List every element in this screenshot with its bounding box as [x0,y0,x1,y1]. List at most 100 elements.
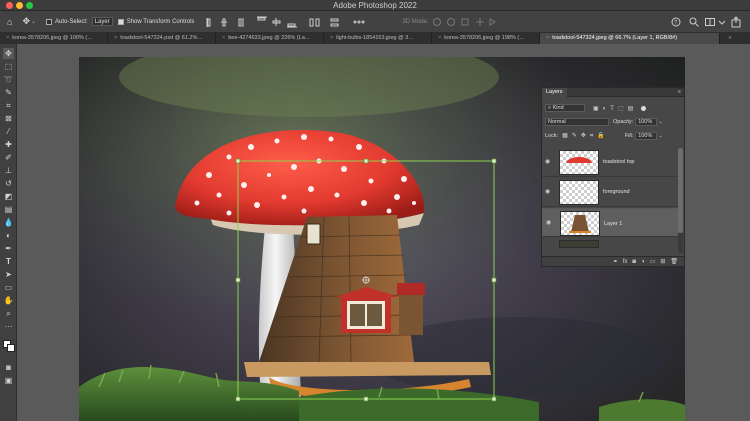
help-icon[interactable]: ? [670,16,684,28]
layer-name: toadstool top [603,159,635,165]
tab-document-active[interactable]: × toadstool-547324.jpeg @ 66.7% (Layer 1,… [540,33,720,44]
visibility-eye-icon[interactable]: ◉ [545,188,550,195]
brush-tool-icon[interactable]: ✐ [3,152,14,163]
clone-stamp-tool-icon[interactable]: ⊥ [3,165,14,176]
quick-select-tool-icon[interactable]: ✎ [3,87,14,98]
new-group-icon[interactable]: ▭ [650,258,656,265]
tab-document-1[interactable]: × korea-3578206.jpeg @ 100% (… [0,33,108,44]
close-tab-icon[interactable]: × [330,35,333,41]
close-tab-icon[interactable]: × [438,35,441,41]
document-tabs: × korea-3578206.jpeg @ 100% (… × toadstool… [0,33,750,44]
visibility-eye-icon[interactable]: ◉ [546,219,551,227]
filter-kind-dropdown[interactable]: ⌕ Kind [545,104,585,112]
3d-mode-icons[interactable] [432,16,512,28]
search-icon[interactable] [688,16,700,28]
adjustment-layer-icon[interactable]: ◑ [641,259,645,265]
close-tab-icon[interactable]: × [222,35,225,41]
hand-tool-icon[interactable]: ✋ [3,295,14,306]
pen-tool-icon[interactable]: ✒ [3,243,14,254]
layer-thumbnail [559,240,599,248]
gradient-tool-icon[interactable]: ▤ [3,204,14,215]
quick-mask-icon[interactable]: ◙ [3,362,14,373]
more-tabs-icon[interactable]: » [720,33,740,44]
auto-select-dropdown[interactable]: Layer [91,17,113,26]
healing-brush-tool-icon[interactable]: ✚ [3,139,14,150]
background-color-swatch[interactable] [7,344,15,352]
zoom-tool-icon[interactable]: ⌕ [3,308,14,319]
marquee-tool-icon[interactable]: ⬚ [3,61,14,72]
layers-panel: Layers ≡ ⌕ Kind ▣◐T⬚▤ Normal Opacity: 10… [541,87,685,267]
layer-row-foreground[interactable]: ◉ foreground [542,178,679,207]
close-tab-icon[interactable]: × [546,35,549,41]
layer-thumbnail [559,150,599,175]
lock-label: Lock: [545,133,559,139]
layer-name: foreground [603,189,630,195]
opacity-label: Opacity: [613,119,634,125]
chevron-down-icon[interactable] [718,16,726,28]
auto-select-checkbox[interactable] [46,18,53,25]
eraser-tool-icon[interactable]: ◩ [3,191,14,202]
move-tool-icon[interactable]: ✥ [3,48,14,59]
layer-style-icon[interactable]: fx [623,259,628,265]
options-bar: ⌂ ✥ ⌄ Auto-Select: Layer Show Transform … [0,11,750,33]
fill-label: Fill: [624,133,634,139]
layers-panel-footer: ⚭ fx ◙ ◑ ▭ ⊞ 🗑 [542,256,684,266]
layer-name: Layer 1 [604,221,623,227]
tab-document-2[interactable]: × toadstool-547324.psd @ 61.2%… [108,33,216,44]
crop-tool-icon[interactable]: ⌗ [3,100,14,111]
add-mask-icon[interactable]: ◙ [632,259,636,265]
layer-thumbnail [560,211,600,236]
share-icon[interactable] [730,15,742,28]
delete-layer-icon[interactable]: 🗑 [670,258,678,265]
app-title: Adobe Photoshop 2022 [333,1,417,10]
link-layers-icon[interactable]: ⚭ [613,258,618,265]
eyedropper-tool-icon[interactable]: ⁄ [3,126,14,137]
filter-toggle-icon[interactable] [641,105,647,111]
more-tools-icon[interactable]: ··· [3,321,14,332]
layers-scrollbar-thumb[interactable] [678,148,683,233]
chevron-down-icon[interactable]: ⌄ [658,119,663,125]
screen-mode-icon[interactable]: ▣ [3,375,14,386]
blur-tool-icon[interactable]: 💧 [3,217,14,228]
tab-document-4[interactable]: × light-bulbs-1854163.jpeg @ 3… [324,33,432,44]
history-brush-tool-icon[interactable]: ↺ [3,178,14,189]
visibility-eye-icon[interactable]: ◉ [545,158,550,165]
frame-tool-icon[interactable]: ⊠ [3,113,14,124]
layer-row-toadstool-top[interactable]: ◉ toadstool top [542,148,679,177]
dodge-tool-icon[interactable]: ◐ [3,230,14,241]
layers-scrollbar[interactable] [678,148,683,253]
blend-mode-dropdown[interactable]: Normal [545,118,609,126]
layer-row-background[interactable] [542,238,679,248]
filter-type-icons[interactable]: ▣◐T⬚▤ [593,105,637,112]
path-selection-tool-icon[interactable]: ➤ [3,269,14,280]
layers-panel-header: Layers ≡ [542,88,684,97]
close-tab-icon[interactable]: × [6,35,9,41]
lock-icons[interactable]: ▦✎✥⌗🔒 [562,132,609,140]
auto-select-label: Auto-Select: [55,18,88,25]
tab-document-5[interactable]: × korea-3578206.jpeg @ 198% (… [432,33,540,44]
chevron-down-icon[interactable]: ⌄ [31,18,36,25]
type-tool-icon[interactable]: T [3,256,14,267]
tab-layers[interactable]: Layers [542,88,567,97]
lock-row: Lock: ▦✎✥⌗🔒 Fill: 100% ⌄ [545,132,681,140]
rectangle-tool-icon[interactable]: ▭ [3,282,14,293]
blend-row: Normal Opacity: 100% ⌄ [545,118,681,126]
transform-controls-checkbox[interactable] [117,18,124,25]
panel-menu-icon[interactable]: ≡ [678,88,681,96]
close-tab-icon[interactable]: × [114,35,117,41]
title-bar: Adobe Photoshop 2022 [0,0,750,11]
align-distribute-icons[interactable] [206,16,396,28]
opacity-field[interactable]: 100% [635,118,658,126]
lasso-tool-icon[interactable]: ➰ [3,74,14,85]
chevron-down-icon[interactable]: ⌄ [658,133,663,139]
workspace-icon[interactable] [704,16,716,28]
layer-row-layer-1[interactable]: ◉ Layer 1 [542,208,679,237]
home-icon[interactable]: ⌂ [7,17,12,27]
tab-document-3[interactable]: × bee-4274633.jpeg @ 226% (La… [216,33,324,44]
search-icon: ⌕ [548,105,552,111]
layer-filter-row: ⌕ Kind ▣◐T⬚▤ [545,104,681,112]
fill-field[interactable]: 100% [635,132,658,140]
move-tool-icon[interactable]: ✥ [22,16,30,27]
new-layer-icon[interactable]: ⊞ [660,258,665,265]
3d-mode-label: 3D Mode: [402,18,429,25]
